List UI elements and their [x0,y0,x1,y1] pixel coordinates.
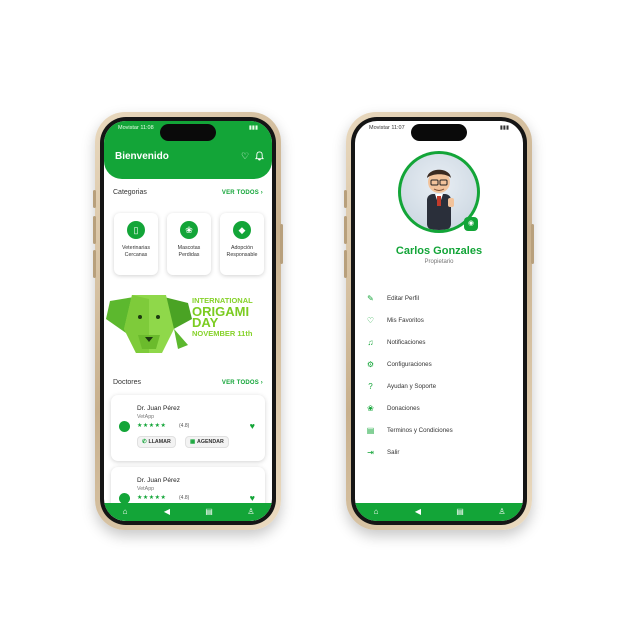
rating-stars: ★★★★★ [137,423,167,429]
menu-item-settings[interactable]: ⚙ Configuraciones [366,357,513,371]
home-screen: Movistar 11:08 ▮▮▮ Bienvenido ♡ Categori… [104,121,272,521]
category-card-vets[interactable]: ▯ Veterinarias Cercanas [114,213,158,275]
page-title: Bienvenido [115,151,169,162]
megaphone-icon[interactable]: ◀ [161,506,173,518]
question-icon: ? [368,381,373,391]
carrier-label: Movistar [369,125,390,131]
rating-value: (4.8) [179,423,190,429]
bell-icon: ♫ [367,337,374,347]
doctor-name: Dr. Juan Pérez [137,405,180,412]
shield-icon: ◆ [233,221,251,239]
banner-text: INTERNATIONAL ORIGAMI DAY NOVEMBER 11th [192,296,253,338]
document-icon[interactable]: ▤ [454,506,466,518]
rating-stars: ★★★★★ [137,495,167,501]
menu-item-terms[interactable]: ▤ Terminos y Condiciones [366,423,513,437]
battery-icon: ▮▮▮ [248,125,258,131]
doctor-name: Dr. Juan Pérez [137,477,180,484]
categories-title: Categorias [113,189,147,196]
calendar-icon: ▦ [190,439,196,445]
edit-icon: ✎ [367,293,374,303]
dynamic-island [160,124,216,141]
schedule-button[interactable]: ▦ AGENDAR [185,436,229,448]
profile-avatar[interactable]: ◉ [398,151,480,233]
menu-item-donations[interactable]: ❀ Donaciones [366,401,513,415]
paw-icon: ❀ [367,403,374,413]
category-label: Mascotas Perdidas [177,245,201,258]
document-icon[interactable]: ▤ [203,506,215,518]
bottom-nav: ⌂ ◀ ▤ ♙ [355,503,523,521]
category-card-lost-pets[interactable]: ❀ Mascotas Perdidas [167,213,211,275]
home-icon[interactable]: ⌂ [119,506,131,518]
bell-icon[interactable] [254,151,264,161]
doctor-avatar [119,421,130,432]
camera-icon[interactable]: ◉ [464,217,478,231]
profile-screen: Movistar 11:07 ▮▮▮ ◉ Carlos Gonzales Pro… [355,121,523,521]
phone-icon: ▯ [127,221,145,239]
phone-icon: ✆ [142,439,147,445]
profile-icon[interactable]: ♙ [245,506,257,518]
time-label: 11:08 [140,125,154,131]
carrier-label: Movistar [118,125,139,131]
home-icon[interactable]: ⌂ [370,506,382,518]
menu-item-logout[interactable]: ⇥ Salir [366,445,513,459]
favorite-heart-icon[interactable]: ♥ [250,421,255,431]
battery-icon: ▮▮▮ [499,125,509,131]
doctors-header: Doctores VER TODOS › [113,379,263,386]
phone-home-screen: Movistar 11:08 ▮▮▮ Bienvenido ♡ Categori… [93,112,283,530]
doctor-clinic: VetApp [137,486,155,492]
categories-see-all-link[interactable]: VER TODOS › [222,190,263,196]
profile-role: Propietario [424,259,454,265]
document-icon: ▤ [366,425,375,435]
menu-item-help[interactable]: ? Ayudan y Soporte [366,379,513,393]
heart-outline-icon[interactable]: ♡ [240,151,250,161]
profile-icon[interactable]: ♙ [496,506,508,518]
menu-item-edit-profile[interactable]: ✎ Editar Perfil [366,291,513,305]
promo-banner[interactable]: INTERNATIONAL ORIGAMI DAY NOVEMBER 11th [104,289,272,365]
menu-item-favorites[interactable]: ♡ Mis Favoritos [366,313,513,327]
doctor-clinic: VetApp [137,414,155,420]
logout-icon: ⇥ [367,447,374,457]
categories-header: Categorias VER TODOS › [113,189,263,196]
favorite-heart-icon[interactable]: ♥ [250,493,255,503]
category-card-adoption[interactable]: ◆ Adopción Responsable [220,213,264,275]
dynamic-island [411,124,467,141]
doctor-card[interactable]: Dr. Juan Pérez VetApp ★★★★★ (4.8) ♥ ✆ LLA… [111,395,265,461]
time-label: 11:07 [391,125,405,131]
origami-dog-illustration [106,295,192,353]
profile-name: Carlos Gonzales [395,245,483,257]
heart-icon: ♡ [366,315,375,325]
doctors-see-all-link[interactable]: VER TODOS › [222,380,263,386]
menu-item-notifications[interactable]: ♫ Notificaciones [366,335,513,349]
phone-profile-screen: Movistar 11:07 ▮▮▮ ◉ Carlos Gonzales Pro… [344,112,534,530]
category-label: Veterinarias Cercanas [122,245,150,258]
megaphone-icon[interactable]: ◀ [412,506,424,518]
rating-value: (4.8) [179,495,190,501]
category-label: Adopción Responsable [226,245,258,258]
doctors-title: Doctores [113,379,142,386]
paw-icon: ❀ [180,221,198,239]
bottom-nav: ⌂ ◀ ▤ ♙ [104,503,272,521]
call-button[interactable]: ✆ LLAMAR [137,436,176,448]
gear-icon: ⚙ [366,359,375,369]
